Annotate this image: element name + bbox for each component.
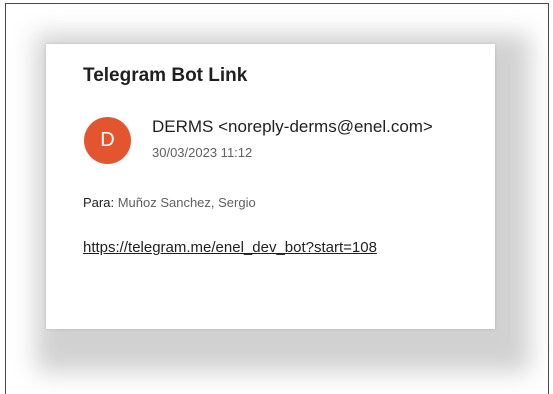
email-date: 30/03/2023 11:12 xyxy=(152,145,253,160)
email-card: Telegram Bot Link D DERMS <noreply-derms… xyxy=(46,44,495,329)
recipient-value: Muñoz Sanchez, Sergio xyxy=(117,195,256,210)
recipient-label: Para: xyxy=(83,195,118,210)
sender-name: DERMS <noreply-derms@enel.com> xyxy=(152,117,433,136)
recipient-line: Para: Muñoz Sanchez, Sergio xyxy=(83,195,256,210)
sender-avatar: D xyxy=(84,117,131,164)
screenshot-frame: Telegram Bot Link D DERMS <noreply-derms… xyxy=(5,3,549,394)
email-subject: Telegram Bot Link xyxy=(83,65,248,86)
avatar-initial: D xyxy=(100,129,115,151)
telegram-bot-link[interactable]: https://telegram.me/enel_dev_bot?start=1… xyxy=(83,239,377,256)
